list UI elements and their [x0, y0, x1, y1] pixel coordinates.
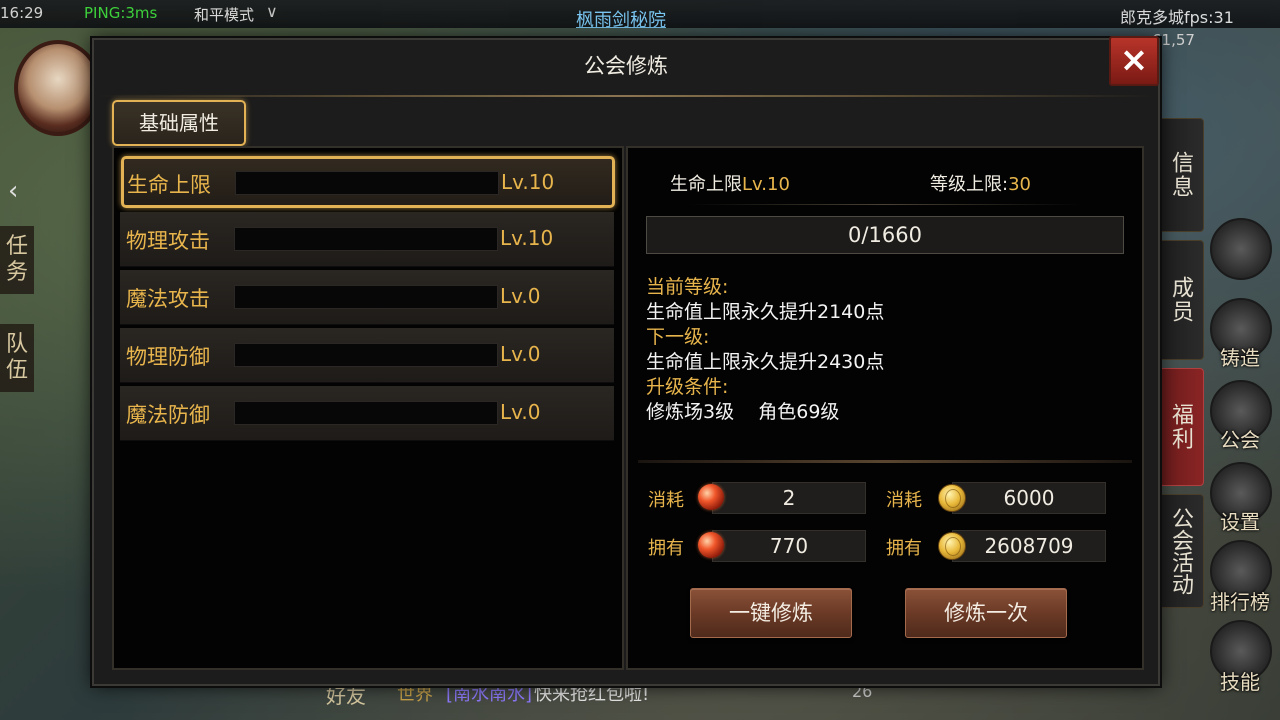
- attribute-name: 物理攻击: [126, 229, 210, 253]
- tab-guild-activity[interactable]: 公会活动: [1156, 494, 1204, 608]
- ping-text: PING:3ms: [84, 4, 158, 22]
- attribute-name: 魔法攻击: [126, 287, 210, 311]
- attribute-level: Lv.10: [500, 226, 554, 250]
- quest-tab[interactable]: 任务: [0, 226, 34, 294]
- attribute-level: Lv.0: [500, 342, 541, 366]
- level-cap-value: 30: [1008, 174, 1031, 195]
- pk-mode-label[interactable]: 和平模式: [194, 4, 254, 25]
- tab-welfare-label: 福利: [1168, 403, 1193, 451]
- attribute-level: Lv.0: [500, 284, 541, 308]
- next-level-label: 下一级:: [646, 326, 710, 348]
- detail-stat-level: Lv.10: [742, 174, 790, 195]
- current-level-label: 当前等级:: [646, 276, 729, 298]
- player-avatar[interactable]: [14, 40, 102, 136]
- tab-members[interactable]: 成员: [1156, 240, 1204, 360]
- level-cap-label: 等级上限:: [930, 174, 1009, 195]
- upgrade-condition-text: 修炼场3级 角色69级: [646, 401, 840, 423]
- gold-coin-icon: [938, 484, 966, 512]
- consume-label: 消耗: [648, 490, 684, 511]
- tab-info-label: 信息: [1168, 151, 1193, 199]
- tab-members-label: 成员: [1168, 276, 1193, 324]
- attribute-row-magic-defense[interactable]: 魔法防御 Lv.0: [120, 386, 614, 441]
- title-divider: [98, 95, 1154, 97]
- attribute-row-phys-defense[interactable]: 物理防御 Lv.0: [120, 328, 614, 383]
- own-label-gold: 拥有: [886, 538, 922, 559]
- gold-cost-value: 6000: [1003, 486, 1055, 510]
- dialog-title: 公会修炼: [584, 54, 668, 78]
- gold-cost-box: 6000: [952, 482, 1106, 514]
- team-tab[interactable]: 队伍: [0, 324, 34, 392]
- next-level-effect: 生命值上限永久提升2430点: [646, 351, 885, 373]
- settings-label[interactable]: 设置: [1200, 506, 1280, 535]
- cost-divider: [638, 460, 1132, 463]
- orb-cost-box: 2: [712, 482, 866, 514]
- tab-basic-attributes[interactable]: 基础属性: [112, 100, 246, 146]
- gold-owned-value: 2608709: [984, 534, 1074, 558]
- attribute-level: Lv.0: [500, 400, 541, 424]
- detail-divider: [688, 204, 1082, 205]
- red-orb-icon: [698, 484, 724, 510]
- tab-info[interactable]: 信息: [1156, 118, 1204, 232]
- train-once-button[interactable]: 修炼一次: [905, 588, 1067, 638]
- consume-label-gold: 消耗: [886, 490, 922, 511]
- orb-owned-box: 770: [712, 530, 866, 562]
- exp-progress-text: 0/1660: [848, 223, 922, 247]
- red-orb-icon: [698, 532, 724, 558]
- gold-owned-box: 2608709: [952, 530, 1106, 562]
- attribute-list-panel: 生命上限 Lv.10 物理攻击 Lv.10 魔法攻击 Lv.0 物理防御 Lv.…: [112, 146, 624, 670]
- attribute-row-magic-attack[interactable]: 魔法攻击 Lv.0: [120, 270, 614, 325]
- attribute-level: Lv.10: [501, 170, 555, 194]
- top-status-bar: 16:29 PING:3ms 和平模式 ∨ 枫雨剑秘院 郎克多城fps:31: [0, 0, 1280, 31]
- attribute-name: 生命上限: [127, 173, 211, 197]
- attribute-name: 物理防御: [126, 345, 210, 369]
- auto-train-button[interactable]: 一键修炼: [690, 588, 852, 638]
- attribute-detail-panel: 生命上限Lv.10 等级上限:30 0/1660 当前等级: 生命值上限永久提升…: [626, 146, 1144, 670]
- upgrade-condition-label: 升级条件:: [646, 376, 729, 398]
- orb-cost-value: 2: [782, 486, 796, 510]
- gold-coin-icon: [938, 532, 966, 560]
- chevron-left-icon[interactable]: ‹: [8, 176, 18, 206]
- ranking-label[interactable]: 排行榜: [1200, 586, 1280, 615]
- guild-banner-text: 枫雨剑秘院: [576, 10, 666, 31]
- tab-guild-activity-label: 公会活动: [1168, 507, 1193, 595]
- attribute-row-phys-attack[interactable]: 物理攻击 Lv.10: [120, 212, 614, 267]
- detail-stat-name: 生命上限: [670, 174, 742, 195]
- attribute-progress-bar: [234, 401, 498, 425]
- tab-welfare[interactable]: 福利: [1156, 368, 1204, 486]
- attribute-progress-bar: [235, 171, 499, 195]
- clock-text: 16:29: [0, 4, 44, 22]
- attribute-progress-bar: [234, 343, 498, 367]
- detail-stat-header: 生命上限Lv.10: [670, 170, 790, 196]
- map-fps-text: 郎克多城fps:31: [1120, 8, 1234, 27]
- detail-level-cap: 等级上限:30: [930, 170, 1031, 196]
- forge-label[interactable]: 铸造: [1200, 342, 1280, 371]
- attribute-name: 魔法防御: [126, 403, 210, 427]
- close-button[interactable]: ×: [1109, 36, 1159, 86]
- current-level-effect: 生命值上限永久提升2140点: [646, 301, 885, 323]
- attribute-row-hp[interactable]: 生命上限 Lv.10: [121, 156, 615, 208]
- guild-training-dialog: 公会修炼 × 基础属性 生命上限 Lv.10 物理攻击 Lv.10 魔法攻击 L…: [92, 36, 1160, 686]
- guild-label[interactable]: 公会: [1200, 424, 1280, 453]
- expand-toggle-icon[interactable]: [1210, 218, 1272, 280]
- attribute-progress-bar: [234, 285, 498, 309]
- exp-progress-bar: 0/1660: [646, 216, 1124, 254]
- skills-label[interactable]: 技能: [1200, 666, 1280, 695]
- orb-owned-value: 770: [769, 534, 809, 558]
- chevron-down-icon[interactable]: ∨: [266, 2, 278, 21]
- own-label: 拥有: [648, 538, 684, 559]
- attribute-progress-bar: [234, 227, 498, 251]
